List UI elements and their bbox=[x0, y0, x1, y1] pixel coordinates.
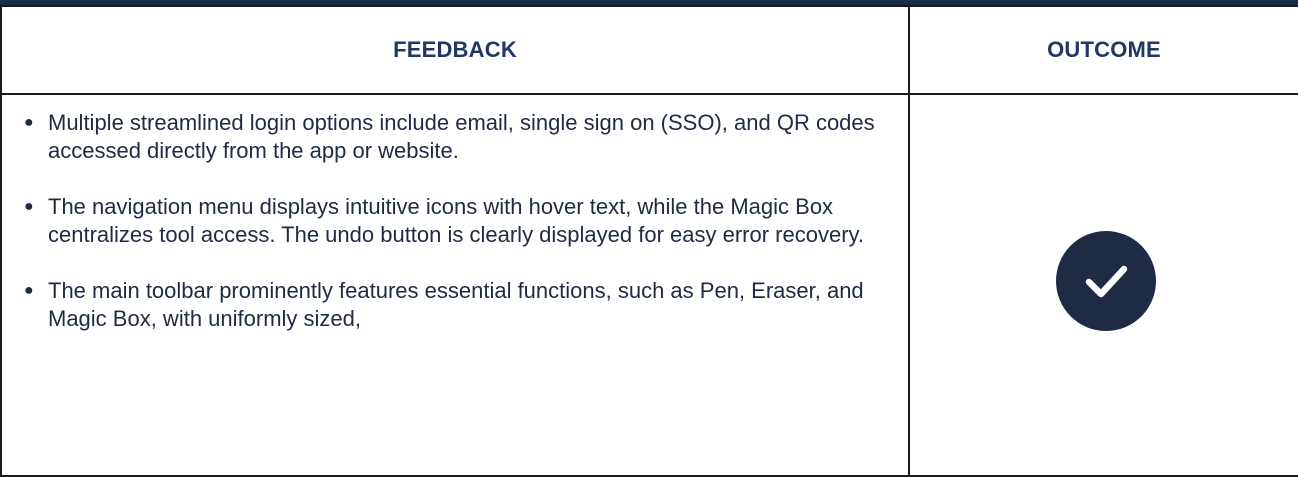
list-item: ● The main toolbar prominently features … bbox=[24, 277, 878, 333]
feedback-list: ● Multiple streamlined login options inc… bbox=[2, 95, 908, 333]
bullet-icon: ● bbox=[24, 282, 34, 299]
list-item: ● Multiple streamlined login options inc… bbox=[24, 109, 878, 165]
feedback-item-text: The navigation menu displays intuitive i… bbox=[48, 194, 865, 247]
header-row: FEEDBACK OUTCOME bbox=[0, 5, 1298, 95]
feedback-header: FEEDBACK bbox=[0, 5, 910, 95]
feedback-item-text: Multiple streamlined login options inclu… bbox=[48, 110, 875, 163]
table-row: ● Multiple streamlined login options inc… bbox=[0, 93, 1298, 477]
bullet-icon: ● bbox=[24, 114, 34, 131]
checkmark-icon bbox=[1085, 265, 1128, 298]
bullet-icon: ● bbox=[24, 198, 34, 215]
outcome-header: OUTCOME bbox=[908, 5, 1298, 95]
feedback-table: FEEDBACK OUTCOME ● Multiple streamlined … bbox=[0, 5, 1298, 477]
list-item: ● The navigation menu displays intuitive… bbox=[24, 193, 878, 249]
checkmark-circle-icon bbox=[1056, 231, 1156, 331]
outcome-cell bbox=[908, 93, 1298, 477]
feedback-item-text: The main toolbar prominently features es… bbox=[48, 278, 864, 331]
feedback-cell: ● Multiple streamlined login options inc… bbox=[0, 93, 910, 477]
